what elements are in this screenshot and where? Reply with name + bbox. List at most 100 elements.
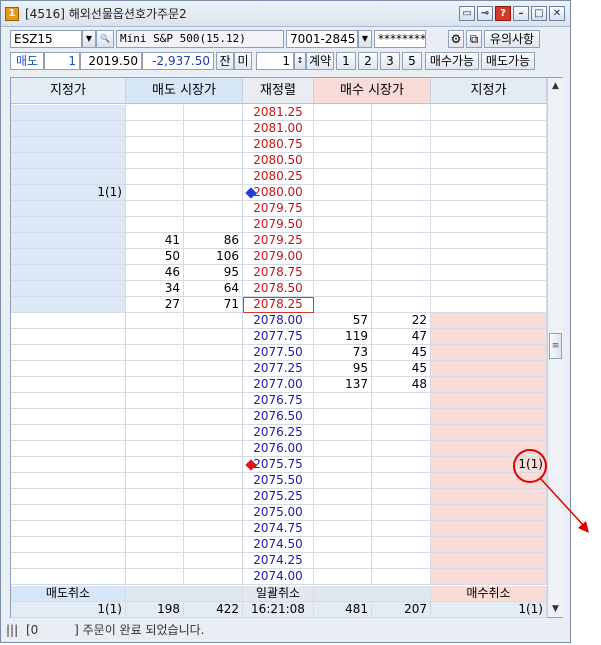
buy-qty-cell[interactable]: 57 [314,313,372,329]
price-cell[interactable]: 2074.75 [243,521,314,537]
pin-icon[interactable]: ⊸ [477,6,493,21]
sell-qty-cell[interactable] [184,537,243,553]
sell-qty-cell[interactable] [184,473,243,489]
sell-cnt-cell[interactable] [126,185,184,201]
buy-limit-cell[interactable] [431,505,547,521]
buy-limit-cell[interactable] [431,281,547,297]
buy-cnt-cell[interactable] [372,233,431,249]
buy-qty-cell[interactable] [314,185,372,201]
sell-cnt-cell[interactable]: 46 [126,265,184,281]
price-cell[interactable]: 2078.25 [243,297,314,313]
gear-icon[interactable]: ⚙ [448,30,464,48]
price-cell[interactable]: 2075.50 [243,473,314,489]
sell-qty-cell[interactable] [184,457,243,473]
sell-limit-cell[interactable] [11,409,126,425]
sell-limit-cell[interactable] [11,121,126,137]
buy-qty-cell[interactable] [314,153,372,169]
sell-cnt-cell[interactable] [126,457,184,473]
buy-qty-cell[interactable] [314,297,372,313]
sell-qty-cell[interactable]: 86 [184,233,243,249]
buy-cnt-cell[interactable]: 45 [372,345,431,361]
sell-qty-cell[interactable] [184,345,243,361]
sell-limit-cell[interactable] [11,297,126,313]
buy-limit-cell[interactable] [431,105,547,121]
sell-limit-cell[interactable] [11,137,126,153]
buy-cnt-cell[interactable] [372,137,431,153]
buy-cnt-cell[interactable] [372,121,431,137]
price-cell[interactable]: 2075.25 [243,489,314,505]
price-cell[interactable]: 2074.50 [243,537,314,553]
sell-limit-cell[interactable] [11,265,126,281]
window-icon[interactable]: ⧉ [466,30,482,48]
sell-cnt-cell[interactable] [126,217,184,233]
sell-cnt-cell[interactable] [126,553,184,569]
sell-qty-cell[interactable] [184,409,243,425]
sell-qty-cell[interactable] [184,393,243,409]
sell-limit-cell[interactable] [11,505,126,521]
sell-cnt-cell[interactable] [126,505,184,521]
sell-limit-cell[interactable] [11,377,126,393]
cancel-sell-button[interactable]: 매도취소 [11,586,126,602]
buy-cnt-cell[interactable] [372,217,431,233]
notice-button[interactable]: 유의사항 [484,30,540,48]
sell-cnt-cell[interactable] [126,489,184,505]
buy-qty-cell[interactable] [314,281,372,297]
price-cell[interactable]: 2079.00 [243,249,314,265]
sell-cnt-cell[interactable]: 27 [126,297,184,313]
qty-preset-5[interactable]: 5 [402,52,422,70]
sell-cnt-cell[interactable] [126,377,184,393]
sell-qty-cell[interactable] [184,153,243,169]
buy-limit-cell[interactable] [431,297,547,313]
sell-cnt-cell[interactable]: 41 [126,233,184,249]
maximize-icon[interactable]: □ [531,6,547,21]
buy-cnt-cell[interactable]: 22 [372,313,431,329]
buy-qty-cell[interactable]: 95 [314,361,372,377]
buy-limit-cell[interactable] [431,233,547,249]
buy-limit-cell[interactable] [431,345,547,361]
buy-cnt-cell[interactable] [372,265,431,281]
sell-qty-cell[interactable] [184,137,243,153]
sell-limit-cell[interactable]: 1(1) [11,185,126,201]
vertical-scrollbar[interactable]: ▲ ≡ ▼ [547,78,563,617]
buy-limit-cell[interactable] [431,553,547,569]
price-cell[interactable]: 2075.00 [243,505,314,521]
price-cell[interactable]: 2074.00 [243,569,314,585]
price-cell[interactable]: 2080.75 [243,137,314,153]
sell-cnt-cell[interactable] [126,441,184,457]
buy-qty-cell[interactable] [314,169,372,185]
price-cell[interactable]: 2077.25 [243,361,314,377]
sell-qty-cell[interactable]: 95 [184,265,243,281]
buy-cnt-cell[interactable] [372,473,431,489]
sell-limit-cell[interactable] [11,153,126,169]
buy-limit-cell[interactable] [431,473,547,489]
price-cell[interactable]: 2080.25 [243,169,314,185]
buy-cnt-cell[interactable] [372,281,431,297]
sell-qty-cell[interactable] [184,201,243,217]
search-icon[interactable]: 🔍 [96,30,114,48]
price-cell[interactable]: 2081.00 [243,121,314,137]
sell-qty-cell[interactable] [184,569,243,585]
sell-qty-cell[interactable] [184,313,243,329]
buy-cnt-cell[interactable] [372,185,431,201]
price-cell[interactable]: 2081.25 [243,105,314,121]
buy-cnt-cell[interactable]: 47 [372,329,431,345]
scroll-down-icon[interactable]: ▼ [548,601,563,617]
sell-cnt-cell[interactable]: 34 [126,281,184,297]
buy-qty-cell[interactable] [314,233,372,249]
sell-cnt-cell[interactable] [126,329,184,345]
sell-qty-cell[interactable] [184,441,243,457]
buy-limit-cell[interactable] [431,409,547,425]
buy-available-button[interactable]: 매수가능 [425,52,479,70]
scroll-up-icon[interactable]: ▲ [548,78,563,94]
price-cell[interactable]: 2076.75 [243,393,314,409]
sell-qty-cell[interactable] [184,553,243,569]
cancel-all-button[interactable]: 일괄취소 [243,586,314,602]
buy-cnt-cell[interactable] [372,393,431,409]
sell-limit-cell[interactable] [11,329,126,345]
balance-mode-button[interactable]: 잔 [216,52,234,70]
qty-preset-1[interactable]: 1 [336,52,356,70]
sell-limit-cell[interactable] [11,249,126,265]
sell-available-button[interactable]: 매도가능 [481,52,535,70]
sell-cnt-cell[interactable] [126,425,184,441]
sell-cnt-cell[interactable] [126,153,184,169]
